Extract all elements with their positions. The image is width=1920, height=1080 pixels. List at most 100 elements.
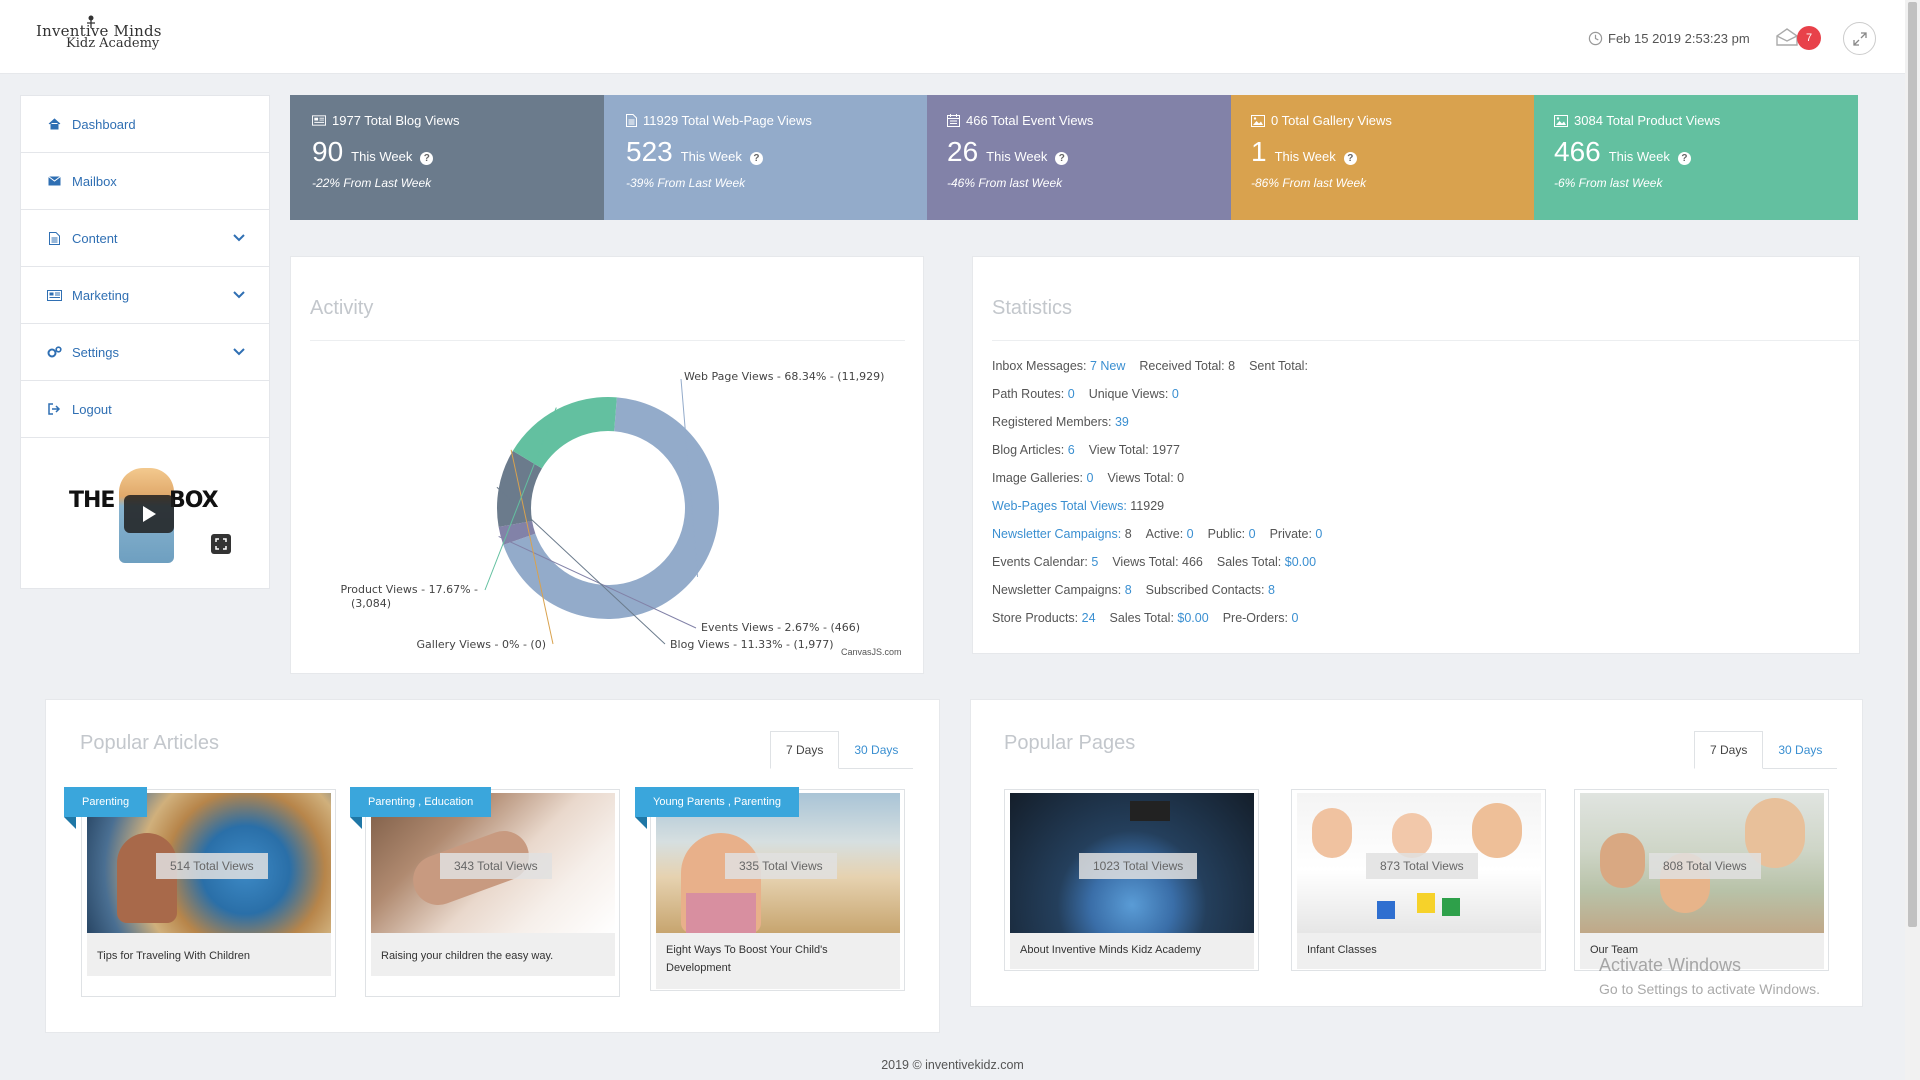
article-card[interactable]: 343 Total Views Raising your children th… <box>365 789 620 997</box>
chevron-down-icon[interactable] <box>233 234 245 242</box>
statistics-link[interactable]: 39 <box>1115 415 1129 429</box>
sidebar-item-mailbox[interactable]: Mailbox <box>21 153 269 210</box>
sidebar-item-content[interactable]: Content <box>21 210 269 267</box>
tile-period: This Week <box>351 149 413 164</box>
newspaper-icon <box>46 288 62 302</box>
help-icon[interactable]: ? <box>1343 152 1357 165</box>
statistics-link[interactable]: Newsletter Campaigns: <box>992 527 1121 541</box>
tile-period: This Week <box>986 149 1048 164</box>
chevron-down-icon[interactable] <box>233 291 245 299</box>
sidebar-item-dashboard[interactable]: Dashboard <box>21 96 269 153</box>
statistics-link[interactable]: 0 <box>1172 387 1179 401</box>
statistics-link[interactable]: 7 New <box>1090 359 1125 373</box>
statistics-text: Active: <box>1145 527 1187 541</box>
windows-activation-hint: Go to Settings to activate Windows. <box>1599 981 1820 997</box>
ribbon-fold <box>635 817 647 829</box>
ribbon-fold <box>64 817 76 829</box>
help-icon[interactable]: ? <box>420 152 434 165</box>
tile-period: This Week <box>1274 149 1336 164</box>
statistics-link[interactable]: 0 <box>1068 387 1075 401</box>
category-ribbon[interactable]: Parenting <box>64 787 148 817</box>
tile-change: -22% From Last Week <box>312 176 432 190</box>
help-icon[interactable]: ? <box>749 152 763 165</box>
expand-icon <box>215 538 227 550</box>
sign-out-icon <box>46 402 62 416</box>
article-card[interactable]: 514 Total Views Tips for Traveling With … <box>81 789 336 997</box>
statistics-link[interactable]: 5 <box>1091 555 1098 569</box>
sidebar-item-logout[interactable]: Logout <box>21 381 269 438</box>
sidebar-item-marketing[interactable]: Marketing <box>21 267 269 324</box>
tile-change: -46% From last Week <box>947 176 1063 190</box>
statistics-text: 8 <box>1121 527 1132 541</box>
statistics-link[interactable]: 0 <box>1291 611 1298 625</box>
statistics-row: Events Calendar: 5 Views Total: 466 Sales … <box>992 555 1336 583</box>
total-views-label: 808 Total Views <box>1649 853 1761 879</box>
statistics-link[interactable]: $0.00 <box>1177 611 1208 625</box>
child-figure <box>1600 833 1645 888</box>
webpage-views-tile: 11929 Total Web-Page Views 523 This Week?… <box>604 95 927 220</box>
tile-change: -86% From last Week <box>1251 176 1367 190</box>
tab-7-days[interactable]: 7 Days <box>1694 731 1764 769</box>
statistics-link[interactable]: 0 <box>1187 527 1194 541</box>
statistics-link[interactable]: 24 <box>1082 611 1096 625</box>
play-icon <box>143 506 156 522</box>
page-scrollbar[interactable] <box>1905 0 1920 1080</box>
total-views-label: 873 Total Views <box>1366 853 1478 879</box>
popular-articles-panel: Popular Articles 7 Days 30 Days 514 Tota… <box>45 699 940 1033</box>
statistics-link[interactable]: 6 <box>1068 443 1075 457</box>
activity-donut-chart[interactable]: Web Page Views - 68.34% - (11,929) Events… <box>291 257 925 675</box>
page-title-link[interactable]: About Inventive Minds Kidz Academy <box>1010 933 1254 969</box>
statistics-row: Registered Members: 39 <box>992 415 1336 443</box>
article-card[interactable]: 335 Total Views Eight Ways To Boost Your… <box>650 789 905 991</box>
article-title[interactable]: Tips for Traveling With Children <box>87 933 331 976</box>
logo-line-2: Kidz Academy <box>66 36 160 51</box>
picture-icon <box>1251 114 1265 127</box>
page-title-link[interactable]: Infant Classes <box>1297 933 1541 969</box>
statistics-text: Newsletter Campaigns: <box>992 583 1125 597</box>
fullscreen-button[interactable] <box>1843 22 1876 55</box>
article-title[interactable]: Eight Ways To Boost Your Child's Develop… <box>656 933 900 989</box>
chevron-down-icon[interactable] <box>233 348 245 356</box>
article-title[interactable]: Raising your children the easy way. <box>371 933 615 976</box>
help-icon[interactable]: ? <box>1677 152 1691 165</box>
web-page-views-label: Web Page Views - 68.34% - (11,929) <box>684 370 884 383</box>
page-card[interactable]: 808 Total Views Our Team <box>1574 789 1829 971</box>
tab-30-days[interactable]: 30 Days <box>839 731 914 769</box>
promo-text-right: BOX <box>169 488 219 513</box>
tab-7-days[interactable]: 7 Days <box>770 731 840 769</box>
statistics-link[interactable]: 0 <box>1249 527 1256 541</box>
statistics-text: Events Calendar: <box>992 555 1092 569</box>
tile-heading: 3084 Total Product Views <box>1574 113 1721 128</box>
statistics-link[interactable]: Web-Pages Total Views: <box>992 499 1127 513</box>
statistics-link[interactable]: $0.00 <box>1285 555 1316 569</box>
page-card[interactable]: 1023 Total Views About Inventive Minds K… <box>1004 789 1259 971</box>
tab-30-days[interactable]: 30 Days <box>1763 731 1838 769</box>
statistics-text: Pre-Orders: <box>1222 611 1292 625</box>
envelope-icon <box>46 174 62 188</box>
product-views-label-value: (3,084) <box>351 597 391 610</box>
video-thumbnail[interactable]: THE BOX <box>69 468 231 563</box>
sidebar-item-settings[interactable]: Settings <box>21 324 269 381</box>
fullscreen-video-button[interactable] <box>211 534 231 554</box>
tile-heading: 466 Total Event Views <box>966 113 1094 128</box>
notification-badge[interactable]: 7 <box>1797 26 1821 50</box>
statistics-link[interactable]: 0 <box>1315 527 1322 541</box>
statistics-link[interactable]: 8 <box>1125 583 1132 597</box>
page-card[interactable]: 873 Total Views Infant Classes <box>1291 789 1546 971</box>
statistics-text: Public: <box>1207 527 1249 541</box>
expand-icon <box>1852 31 1867 46</box>
statistics-row: Newsletter Campaigns: 8 Active: 0 Public: … <box>992 527 1336 555</box>
scrollbar-thumb[interactable] <box>1908 2 1917 927</box>
logo[interactable]: Inventive Minds Kidz Academy <box>36 14 186 60</box>
statistics-link[interactable]: 8 <box>1268 583 1275 597</box>
statistics-text: Path Routes: <box>992 387 1068 401</box>
statistics-link[interactable]: 0 <box>1086 471 1093 485</box>
category-ribbon[interactable]: Parenting , Education <box>350 787 492 817</box>
footer-copyright: 2019 © inventivekidz.com <box>881 1058 1024 1072</box>
product-views-slice[interactable] <box>512 397 617 469</box>
play-button[interactable] <box>124 495 174 533</box>
promo-video[interactable]: THE BOX <box>21 438 269 588</box>
document-icon <box>46 231 62 245</box>
category-ribbon[interactable]: Young Parents , Parenting <box>635 787 800 817</box>
help-icon[interactable]: ? <box>1055 152 1069 165</box>
